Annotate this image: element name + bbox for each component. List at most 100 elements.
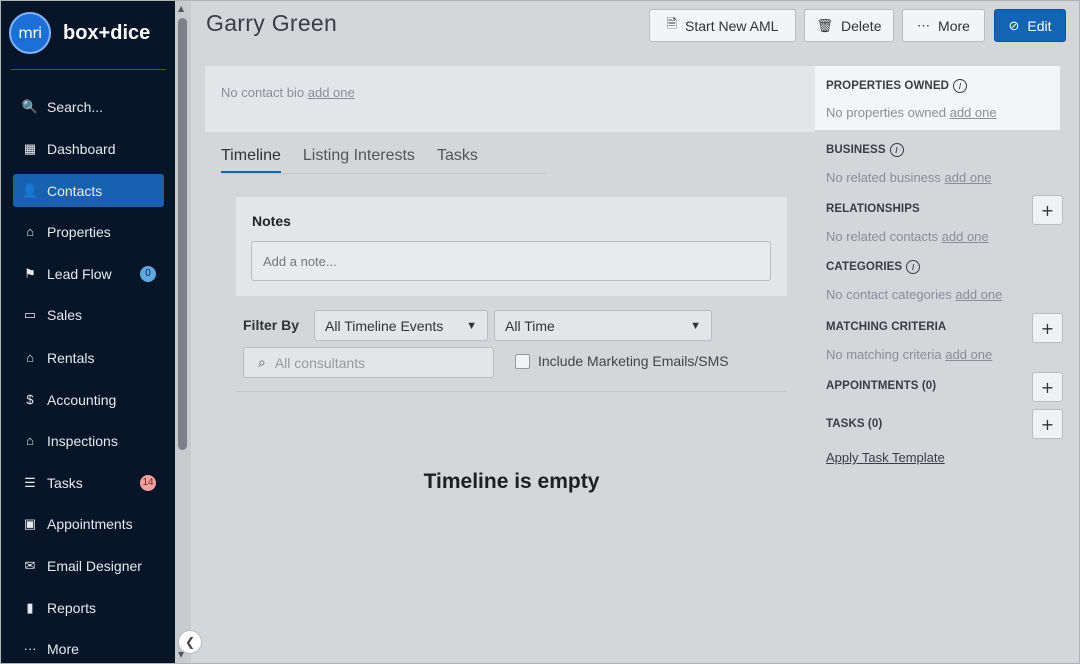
timeline-empty-message: Timeline is empty <box>423 470 600 493</box>
edit-business-icon[interactable]: / <box>889 143 904 157</box>
sidebar-item-label: Properties <box>47 223 111 240</box>
sidebar-item-label: Email Designer <box>47 557 142 574</box>
matching-criteria-empty: No matching criteria add one <box>826 347 992 362</box>
add-category-link[interactable]: add one <box>955 287 1002 302</box>
matching-criteria-heading: MATCHING CRITERIA <box>826 321 946 333</box>
time-range-select[interactable]: All Time ▼ <box>494 310 712 341</box>
tasks-title: TASKS (0) <box>826 418 883 430</box>
properties-owned-empty: No properties owned add one <box>826 105 997 120</box>
chevron-left-icon: ❮ <box>184 635 196 649</box>
scrollbar-thumb[interactable] <box>178 18 187 450</box>
scroll-up-arrow-icon[interactable]: ▲ <box>178 4 184 13</box>
sidebar-item-rentals[interactable]: ⌂ Rentals <box>13 341 164 374</box>
sidebar-item-label: Sales <box>47 306 83 323</box>
properties-owned-heading: PROPERTIES OWNED / <box>826 79 968 93</box>
add-property-link[interactable]: add one <box>950 105 997 120</box>
include-marketing-option[interactable]: Include Marketing Emails/SMS <box>515 353 729 369</box>
tasks-icon: ☰ <box>24 474 36 490</box>
mri-logo-icon: mri <box>9 12 51 54</box>
collapse-sidebar-button[interactable]: ❮ <box>178 630 202 654</box>
more-button[interactable]: ⋯ More <box>902 9 985 42</box>
chevron-down-icon: ▼ <box>690 319 701 332</box>
sidebar-item-reports[interactable]: ▮ Reports <box>13 591 164 624</box>
tab-listing-interests[interactable]: Listing Interests <box>303 147 415 173</box>
edit-categories-icon[interactable]: / <box>906 260 921 274</box>
add-business-link[interactable]: add one <box>945 170 992 185</box>
sidebar-item-label: Accounting <box>47 391 117 408</box>
add-relationship-link[interactable]: add one <box>942 229 989 244</box>
sidebar-item-more[interactable]: ··· More <box>13 632 164 664</box>
brand-name: box+dice <box>63 21 151 44</box>
add-task-button[interactable]: + <box>1032 409 1063 439</box>
sidebar-item-label: Lead Flow <box>47 265 112 282</box>
edit-label: Edit <box>1027 17 1052 34</box>
timeline-events-select[interactable]: All Timeline Events ▼ <box>314 310 488 341</box>
relationships-text: No related contacts <box>826 229 939 244</box>
properties-owned-title: PROPERTIES OWNED <box>826 80 950 92</box>
page-title: Garry Green <box>206 10 338 36</box>
matching-criteria-text: No matching criteria <box>826 347 942 362</box>
add-bio-link[interactable]: add one <box>308 85 355 100</box>
consultants-search[interactable]: ⌕ All consultants <box>243 347 494 378</box>
sidebar-item-label: More <box>47 640 79 657</box>
sidebar-item-label: Search... <box>47 98 104 115</box>
calendar-icon: ▣ <box>23 515 37 531</box>
sidebar-item-accounting[interactable]: $ Accounting <box>13 383 164 416</box>
notes-title: Notes <box>252 213 291 229</box>
home-icon: ⌂ <box>26 224 34 239</box>
sidebar-item-tasks[interactable]: ☰ Tasks 14 <box>13 466 164 499</box>
time-range-value: All Time <box>505 317 555 334</box>
plus-icon: + <box>1040 318 1055 338</box>
search-icon: 🔍 <box>21 98 39 114</box>
include-marketing-checkbox[interactable] <box>515 353 530 369</box>
add-appointment-button[interactable]: + <box>1032 372 1063 402</box>
categories-heading: CATEGORIES / <box>826 260 921 274</box>
note-input[interactable]: Add a note... <box>251 241 771 281</box>
more-label: More <box>938 17 970 34</box>
filter-divider <box>236 391 787 392</box>
more-circle-icon: ⋯ <box>917 17 931 33</box>
categories-text: No contact categories <box>826 287 952 302</box>
tab-timeline[interactable]: Timeline <box>221 147 281 173</box>
sidebar-item-inspections[interactable]: ⌂ Inspections <box>13 424 164 457</box>
relationships-title: RELATIONSHIPS <box>826 203 920 215</box>
business-empty: No related business add one <box>826 170 992 185</box>
delete-button[interactable]: 🗑 Delete <box>804 9 894 42</box>
lead-flow-icon: ⚑ <box>24 265 36 281</box>
properties-owned-text: No properties owned <box>826 105 946 120</box>
contact-bio-bar: No contact bio add one <box>205 66 815 132</box>
matching-criteria-title: MATCHING CRITERIA <box>826 321 947 333</box>
add-matching-criteria-link[interactable]: add one <box>945 347 992 362</box>
sidebar-item-search[interactable]: 🔍 Search... <box>13 90 164 123</box>
sidebar-item-appointments[interactable]: ▣ Appointments <box>13 507 164 540</box>
edit-circle-icon: ⊘ <box>1008 17 1020 33</box>
sidebar-item-email-designer[interactable]: ✉ Email Designer <box>13 549 164 582</box>
tab-tasks[interactable]: Tasks <box>437 147 478 173</box>
brand-logo[interactable]: mri box+dice <box>9 11 150 55</box>
start-new-aml-button[interactable]: 🗎 Start New AML <box>649 9 796 42</box>
add-relationship-button[interactable]: + <box>1032 195 1063 225</box>
start-new-aml-label: Start New AML <box>685 17 779 34</box>
count-badge: 0 <box>140 265 156 282</box>
categories-empty: No contact categories add one <box>826 287 1002 302</box>
house-icon: ⌂ <box>26 350 34 365</box>
sidebar-item-lead-flow[interactable]: ⚑ Lead Flow 0 <box>13 257 164 290</box>
sidebar-divider <box>11 69 166 70</box>
add-matching-criteria-button[interactable]: + <box>1032 313 1063 343</box>
sidebar-item-contacts[interactable]: 👤 Contacts <box>13 174 164 207</box>
edit-properties-icon[interactable]: / <box>953 79 968 93</box>
more-dots-icon: ··· <box>23 641 37 656</box>
sidebar-item-dashboard[interactable]: ▦ Dashboard <box>13 132 164 165</box>
sidebar-item-sales[interactable]: ▭ Sales <box>13 298 164 331</box>
sidebar-item-label: Appointments <box>47 515 133 532</box>
sidebar-item-label: Contacts <box>47 182 103 199</box>
sidebar-item-properties[interactable]: ⌂ Properties <box>13 215 164 248</box>
edit-button[interactable]: ⊘ Edit <box>994 9 1066 42</box>
sidebar-item-label: Rentals <box>47 349 95 366</box>
include-marketing-label: Include Marketing Emails/SMS <box>538 353 729 369</box>
consultants-placeholder: All consultants <box>274 354 366 371</box>
sign-icon: ▭ <box>23 306 37 322</box>
apply-task-template-link[interactable]: Apply Task Template <box>826 450 945 465</box>
delete-label: Delete <box>841 17 882 34</box>
bar-chart-icon: ▮ <box>26 599 34 615</box>
